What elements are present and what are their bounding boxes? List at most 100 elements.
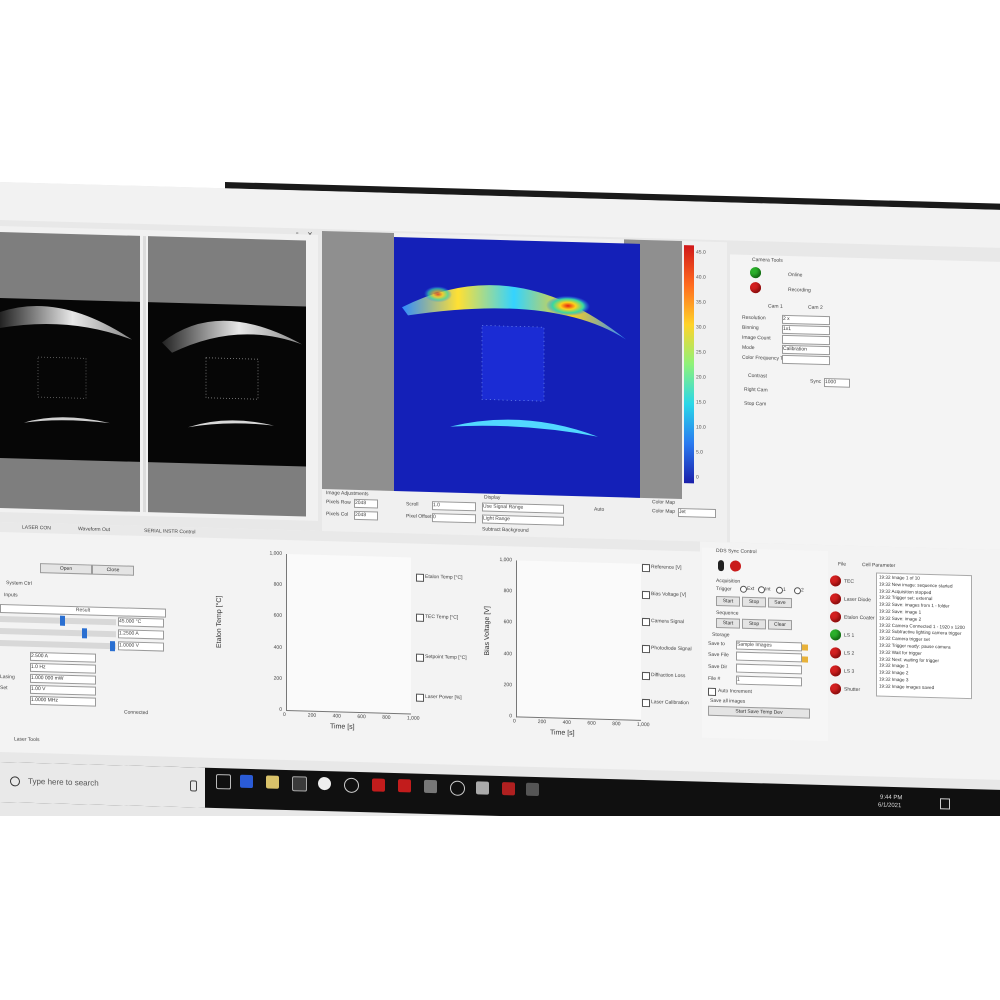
- notification-icon[interactable]: [940, 798, 950, 810]
- legend-checkbox[interactable]: [642, 617, 650, 627]
- slider-2-handle[interactable]: [82, 628, 87, 639]
- legend-checkbox[interactable]: [416, 573, 424, 582]
- app-icon-5[interactable]: [502, 782, 515, 796]
- pixels-row-field[interactable]: 2048: [354, 498, 378, 509]
- app-icon-1[interactable]: [318, 776, 331, 791]
- app-icon-2[interactable]: [424, 779, 437, 794]
- clock-time[interactable]: 9:44 PM: [880, 795, 902, 802]
- status-indicators: TEC Laser Diode Etalon Coater LS 1 LS 2 LS 3 S…: [830, 575, 875, 706]
- start-save-button[interactable]: Start Save Temp Dev: [708, 705, 810, 719]
- inputs-label: Inputs: [4, 592, 18, 599]
- cortana-icon[interactable]: [10, 776, 20, 787]
- trigger-radio[interactable]: [776, 586, 783, 594]
- camera-setting-field[interactable]: [782, 354, 830, 366]
- result-select[interactable]: Result: [0, 604, 166, 618]
- action-button[interactable]: Clear: [768, 619, 792, 631]
- param-field[interactable]: 1.000 000 mW: [30, 673, 96, 685]
- edge-browser-icon[interactable]: [240, 774, 253, 789]
- slider-3-handle[interactable]: [110, 641, 115, 652]
- trigger-radio[interactable]: [758, 586, 765, 594]
- close-button[interactable]: Close: [92, 564, 134, 576]
- folder-icon-2[interactable]: [802, 656, 808, 663]
- action-button[interactable]: Stop: [742, 618, 766, 630]
- param-field[interactable]: 1.00 V: [30, 684, 96, 696]
- legend-item[interactable]: Etalon Temp [°C]: [416, 573, 486, 584]
- sync-field[interactable]: 1000: [824, 378, 850, 388]
- camera-setting-field[interactable]: 2 x: [782, 314, 830, 326]
- legend-item[interactable]: Laser Power [%]: [416, 693, 486, 704]
- labview-icon-1[interactable]: [372, 778, 385, 792]
- search-app-icon[interactable]: [344, 777, 359, 794]
- camera-setting-field[interactable]: Calibration: [782, 344, 830, 356]
- acquisition-buttons: Start Stop Save: [716, 595, 816, 609]
- slider-2[interactable]: [0, 628, 116, 639]
- save-to-field[interactable]: Sample Images: [736, 640, 802, 652]
- right-cam-button[interactable]: Right Cam: [744, 387, 768, 394]
- microphone-icon[interactable]: [190, 780, 197, 792]
- color-map-select[interactable]: Jet: [678, 507, 716, 518]
- stop-icon[interactable]: [730, 560, 741, 572]
- auto-increment-checkbox[interactable]: [708, 687, 716, 696]
- value-field-1[interactable]: 45.000 °C: [118, 617, 164, 628]
- camera-setting-field[interactable]: [782, 334, 830, 346]
- laser-tools-tab[interactable]: Laser Tools: [14, 736, 39, 743]
- param-field[interactable]: 2.500 A: [30, 651, 96, 663]
- task-view-icon[interactable]: [216, 774, 231, 790]
- labview-icon-2[interactable]: [398, 779, 411, 793]
- camera-setting-field[interactable]: 1x1: [782, 324, 830, 336]
- storage-field[interactable]: 1: [736, 675, 802, 687]
- store-icon[interactable]: [292, 776, 307, 792]
- slider-1-handle[interactable]: [60, 615, 65, 626]
- pixels-col-field[interactable]: 2048: [354, 510, 378, 521]
- storage-field[interactable]: [736, 651, 802, 663]
- trigger-radio[interactable]: [794, 587, 801, 595]
- signal-range-select[interactable]: Use Signal Range: [482, 502, 564, 514]
- action-button[interactable]: Start: [716, 617, 740, 629]
- slider-1[interactable]: [0, 615, 116, 626]
- folder-icon[interactable]: [802, 644, 808, 651]
- legend-item[interactable]: TEC Temp [°C]: [416, 613, 486, 624]
- app-icon-4[interactable]: [476, 781, 489, 795]
- legend-item[interactable]: Setpoint Temp [°C]: [416, 653, 486, 664]
- param-field[interactable]: 1.0000 MHz: [30, 695, 96, 707]
- param-field[interactable]: 1.0 Hz: [30, 662, 96, 674]
- search-box[interactable]: Type here to search: [0, 762, 205, 808]
- legend-checkbox[interactable]: [642, 671, 650, 681]
- cam1-tab[interactable]: Cam 1: [768, 303, 783, 309]
- action-button[interactable]: Stop: [742, 596, 766, 608]
- storage-field[interactable]: [736, 663, 802, 675]
- contrast-button[interactable]: Contrast: [748, 373, 767, 380]
- legend-checkbox[interactable]: [642, 644, 650, 654]
- stop-cam-button[interactable]: Stop Cam: [744, 401, 766, 408]
- light-range-select[interactable]: Light Range: [482, 514, 564, 526]
- action-button[interactable]: Start: [716, 595, 740, 607]
- file-explorer-icon[interactable]: [266, 775, 279, 789]
- tab-waveform-out[interactable]: Waveform Out: [78, 526, 110, 533]
- legend-checkbox[interactable]: [642, 698, 650, 708]
- legend-checkbox[interactable]: [416, 653, 424, 662]
- event-log[interactable]: 19:32 Image 1 of 10 19:32 New image: sequ…: [876, 572, 972, 700]
- value-field-3[interactable]: 1.0000 V: [118, 641, 164, 652]
- tab-laser-con[interactable]: LASER CON: [22, 525, 51, 532]
- toggle-icon[interactable]: [718, 560, 724, 572]
- scale-tick: 10.0: [696, 424, 706, 431]
- legend-checkbox[interactable]: [642, 590, 650, 600]
- legend-label: Camera Signal: [651, 618, 685, 626]
- legend-checkbox[interactable]: [416, 693, 424, 702]
- app-icon-6[interactable]: [526, 782, 539, 797]
- slider-3[interactable]: [0, 640, 116, 652]
- open-button[interactable]: Open: [40, 563, 92, 575]
- action-button[interactable]: Save: [768, 597, 792, 609]
- pixel-offset-field[interactable]: 0: [432, 513, 476, 524]
- scroll-field[interactable]: 1.0: [432, 501, 476, 512]
- cam2-tab[interactable]: Cam 2: [808, 305, 823, 311]
- legend-checkbox[interactable]: [642, 563, 650, 573]
- trigger-radio[interactable]: [740, 585, 747, 593]
- chart1-xtick: 800: [382, 714, 391, 721]
- subtract-background-label[interactable]: Subtract Background: [482, 526, 529, 533]
- clock-date[interactable]: 6/1/2021: [878, 803, 901, 810]
- view-divider[interactable]: [143, 235, 146, 513]
- value-field-2[interactable]: 1.2500 A: [118, 629, 164, 640]
- app-icon-3[interactable]: [450, 780, 465, 796]
- legend-checkbox[interactable]: [416, 613, 424, 622]
